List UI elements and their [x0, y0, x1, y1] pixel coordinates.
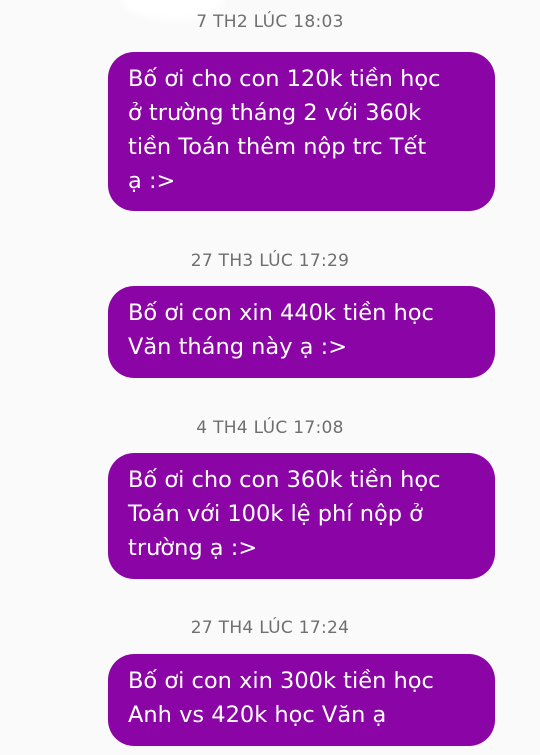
sent-message-bubble[interactable]: Bố ơi cho con 120k tiền học ở trường thá…: [108, 52, 495, 211]
sent-message-bubble[interactable]: Bố ơi con xin 440k tiền học Văn tháng nà…: [108, 286, 495, 378]
message-timestamp: 27 TH4 LÚC 17:24: [190, 618, 350, 638]
message-timestamp: 7 TH2 LÚC 18:03: [196, 12, 344, 32]
message-timestamp: 4 TH4 LÚC 17:08: [196, 418, 344, 438]
message-timestamp: 27 TH3 LÚC 17:29: [190, 251, 350, 271]
sent-message-bubble[interactable]: Bố ơi con xin 300k tiền học Anh vs 420k …: [108, 654, 495, 746]
sent-message-bubble[interactable]: Bố ơi cho con 360k tiền học Toán với 100…: [108, 453, 495, 579]
